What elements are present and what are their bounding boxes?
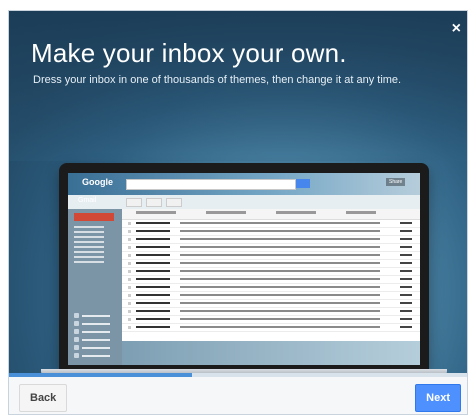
preview-contact: [74, 313, 116, 319]
preview-tab: [346, 211, 376, 214]
step-progress-bar: [9, 373, 467, 377]
preview-message-row: [122, 244, 420, 252]
preview-sidebar-item: [74, 226, 104, 228]
close-icon[interactable]: ×: [452, 21, 461, 37]
dialog-footer: [9, 373, 467, 414]
preview-sidebar-item: [74, 261, 104, 263]
back-button[interactable]: Back: [19, 384, 68, 412]
preview-toolbar: [68, 195, 420, 209]
preview-message-row: [122, 316, 420, 324]
preview-message-row: [122, 252, 420, 260]
preview-message-row: [122, 324, 420, 332]
preview-sidebar-item: [74, 231, 104, 233]
preview-share-button: Share: [386, 178, 406, 186]
preview-sidebar-item: [74, 236, 104, 238]
preview-contact: [74, 353, 116, 359]
preview-sidebar-item: [74, 241, 104, 243]
preview-message-row: [122, 220, 420, 228]
preview-message-row: [122, 284, 420, 292]
preview-message-list: [122, 209, 420, 341]
theme-intro-dialog: Make your inbox your own. Dress your inb…: [8, 10, 468, 415]
preview-search-box: [126, 179, 296, 190]
preview-contact: [74, 329, 116, 335]
dialog-headline: Make your inbox your own.: [31, 38, 347, 68]
preview-search-icon: [296, 179, 310, 188]
preview-contact: [74, 321, 116, 327]
preview-message-row: [122, 300, 420, 308]
preview-tab: [136, 211, 176, 214]
dialog-subline: Dress your inbox in one of thousands of …: [33, 74, 402, 86]
preview-message-row: [122, 236, 420, 244]
preview-toolbar-button: [146, 198, 162, 207]
preview-sidebar-item: [74, 246, 104, 248]
preview-toolbar-button: [126, 198, 142, 207]
preview-tab: [206, 211, 246, 214]
next-button[interactable]: Next: [415, 384, 461, 412]
preview-contact: [74, 345, 116, 351]
preview-message-row: [122, 292, 420, 300]
preview-contact: [74, 337, 116, 343]
preview-toolbar-button: [166, 198, 182, 207]
preview-compose-button: [74, 213, 114, 221]
preview-message-row: [122, 276, 420, 284]
preview-message-row: [122, 228, 420, 236]
step-progress-fill: [9, 373, 193, 377]
preview-tab: [276, 211, 316, 214]
preview-logo: Google: [82, 177, 113, 187]
preview-message-row: [122, 260, 420, 268]
preview-sidebar-item: [74, 251, 104, 253]
hero-background: Make your inbox your own. Dress your inb…: [9, 11, 467, 377]
preview-app-label: Gmail: [78, 197, 97, 204]
laptop-preview: Google Share Gmail: [41, 163, 447, 388]
preview-footer: [122, 341, 420, 365]
preview-sidebar-item: [74, 256, 104, 258]
laptop-screen-bezel: Google Share Gmail: [59, 163, 429, 369]
preview-tabs: [122, 209, 420, 220]
preview-message-row: [122, 308, 420, 316]
gmail-preview-screenshot: Google Share Gmail: [68, 173, 420, 365]
preview-message-row: [122, 268, 420, 276]
